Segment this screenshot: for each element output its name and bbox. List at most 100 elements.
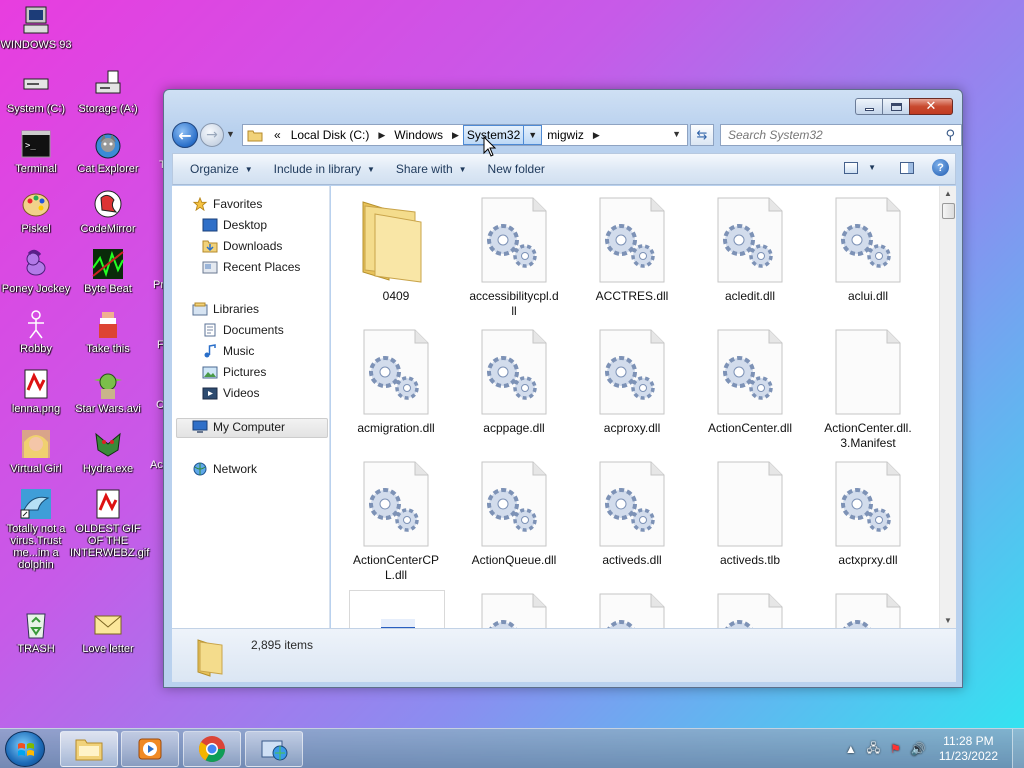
change-view-icon[interactable] [844, 161, 859, 174]
back-button[interactable]: ← [172, 122, 198, 148]
maximize-button[interactable] [882, 98, 909, 115]
file-item-partial[interactable] [464, 592, 564, 628]
include-in-library-button[interactable]: Include in library ▼ [265, 162, 384, 176]
file-item[interactable]: ACCTRES.dll [582, 196, 682, 304]
desktop-icon-love-letter[interactable]: Love letter [70, 608, 146, 655]
show-hidden-icons[interactable]: ▲ [845, 742, 857, 756]
file-name: ActionCenterCPL.dll [352, 553, 440, 582]
file-item-partial[interactable] [700, 592, 800, 628]
desktop-icon-hydra[interactable]: Hydra.exe [70, 428, 146, 475]
taskbar-network-app-button[interactable] [245, 731, 303, 767]
file-item-partial[interactable] [818, 592, 918, 628]
desktop-icon-terminal[interactable]: >_ Terminal [0, 128, 74, 175]
nav-videos[interactable]: Videos [202, 386, 259, 400]
gear-file-icon [835, 197, 901, 283]
breadcrumb-arrow-icon[interactable]: ▶ [448, 125, 463, 145]
breadcrumb-arrow-icon[interactable]: ▶ [374, 125, 389, 145]
breadcrumb-local-disk[interactable]: Local Disk (C:) [286, 125, 375, 145]
nav-documents[interactable]: Documents [202, 323, 284, 337]
desktop-icon-system-c[interactable]: System (C:) [0, 68, 74, 115]
file-item-partial[interactable] [349, 590, 445, 628]
refresh-button[interactable]: ⇆ [690, 124, 714, 146]
scroll-down-icon[interactable]: ▼ [944, 616, 952, 625]
minimize-button[interactable] [855, 98, 882, 115]
breadcrumb-migwiz[interactable]: migwiz [542, 125, 589, 145]
desktop-icon-piskel[interactable]: Piskel [0, 188, 74, 235]
forward-button[interactable]: → [200, 123, 224, 147]
show-desktop-button[interactable] [1012, 729, 1024, 768]
nav-recent-places[interactable]: Recent Places [202, 260, 300, 274]
file-item[interactable]: aclui.dll [818, 196, 918, 304]
volume-icon[interactable]: 🔊 [911, 742, 926, 756]
desktop-icon-virtual-girl[interactable]: Virtual Girl [0, 428, 74, 475]
vertical-scrollbar[interactable]: ▲ ▼ [939, 186, 956, 628]
breadcrumb-windows[interactable]: Windows [389, 125, 448, 145]
breadcrumb-arrow-icon[interactable]: ▶ [589, 125, 604, 145]
file-name: acppage.dll [483, 421, 545, 435]
taskbar-chrome-button[interactable] [183, 731, 241, 767]
desktop-icon-cat-explorer[interactable]: Cat Explorer [70, 128, 146, 175]
view-options-dropdown-icon[interactable]: ▼ [868, 163, 876, 172]
search-icon[interactable]: ⚲ [945, 127, 955, 143]
file-item[interactable]: ActionCenter.dll [700, 328, 800, 436]
file-item[interactable]: ActionQueue.dll [464, 460, 564, 568]
nav-downloads[interactable]: Downloads [202, 239, 282, 253]
file-item[interactable]: ActionCenterCPL.dll [346, 460, 446, 583]
search-input[interactable]: Search System32 ⚲ [720, 124, 962, 146]
file-item[interactable]: actxprxy.dll [818, 460, 918, 568]
taskbar-media-player-button[interactable] [121, 731, 179, 767]
nav-libraries[interactable]: Libraries [192, 302, 259, 316]
file-item[interactable]: activeds.dll [582, 460, 682, 568]
nav-my-computer[interactable]: My Computer [192, 420, 285, 434]
share-with-button[interactable]: Share with ▼ [387, 162, 476, 176]
organize-button[interactable]: Organize ▼ [181, 162, 262, 176]
nav-desktop[interactable]: Desktop [202, 218, 267, 232]
file-item[interactable]: acledit.dll [700, 196, 800, 304]
nav-pictures[interactable]: Pictures [202, 365, 266, 379]
desktop-icon-robby[interactable]: Robby [0, 308, 74, 355]
breadcrumb-dropdown-icon[interactable]: ▼ [524, 125, 543, 145]
desktop-icon-byte-beat[interactable]: Byte Beat [70, 248, 146, 295]
nav-music[interactable]: Music [202, 344, 254, 358]
taskbar-explorer-button[interactable] [60, 731, 118, 767]
desktop-icon-poney-jockey[interactable]: Poney Jockey [0, 248, 74, 295]
file-name: activeds.tlb [719, 553, 781, 567]
network-status-icon[interactable]: 🖧 [867, 739, 880, 760]
desktop-icon-take-this[interactable]: Take this [70, 308, 146, 355]
desktop-icon-star-wars[interactable]: Star Wars.avi [70, 368, 146, 415]
file-item[interactable]: acppage.dll [464, 328, 564, 436]
scrollbar-thumb[interactable] [942, 203, 955, 219]
nav-favorites[interactable]: Favorites [192, 197, 262, 211]
new-folder-button[interactable]: New folder [479, 162, 554, 176]
preview-pane-icon[interactable] [900, 161, 914, 174]
media-player-icon [138, 738, 162, 760]
desktop-icon-storage-a[interactable]: Storage (A:) [70, 68, 146, 115]
help-icon[interactable]: ? [932, 159, 949, 176]
desktop-icon-codemirror[interactable]: CodeMirror [70, 188, 146, 235]
terminal-icon: >_ [21, 130, 51, 158]
recent-pages-dropdown[interactable]: ▼ [226, 129, 235, 139]
file-item[interactable]: ActionCenter.dll.3.Manifest [818, 328, 918, 451]
desktop-icon-oldest-gif[interactable]: OLDEST GIF OF THE INTERWEBZ.gif [70, 488, 149, 559]
desktop-icon-dolphin[interactable]: Totally not a virus.Trust me...im a dolp… [0, 488, 74, 571]
close-button[interactable]: ✕ [909, 98, 953, 115]
address-bar[interactable]: « Local Disk (C:) ▶ Windows ▶ System32 ▼… [242, 124, 688, 146]
desktop-icon-label: Piskel [21, 223, 51, 235]
file-item[interactable]: accessibilitycpl.dll [464, 196, 564, 319]
file-item[interactable]: acproxy.dll [582, 328, 682, 436]
nav-network[interactable]: Network [192, 462, 257, 476]
file-item[interactable]: acmigration.dll [346, 328, 446, 436]
file-item-partial[interactable] [582, 592, 682, 628]
desktop-icon-lenna[interactable]: lenna.png [0, 368, 74, 415]
scroll-up-icon[interactable]: ▲ [944, 189, 952, 198]
address-overflow-chevron[interactable]: « [269, 125, 286, 145]
desktop-icon-trash[interactable]: TRASH [0, 608, 74, 655]
clock[interactable]: 11:28 PM 11/23/2022 [939, 734, 998, 764]
file-item[interactable]: 0409 [346, 196, 446, 304]
desktop-icon-label: Totally not a virus.Trust me...im a dolp… [6, 523, 66, 571]
action-center-flag-icon[interactable]: ⚑ [890, 742, 901, 756]
desktop-icon-windows93[interactable]: WINDOWS 93 [0, 4, 74, 51]
address-history-dropdown[interactable]: ▼ [672, 129, 681, 139]
start-button[interactable] [5, 731, 45, 767]
file-item[interactable]: activeds.tlb [700, 460, 800, 568]
